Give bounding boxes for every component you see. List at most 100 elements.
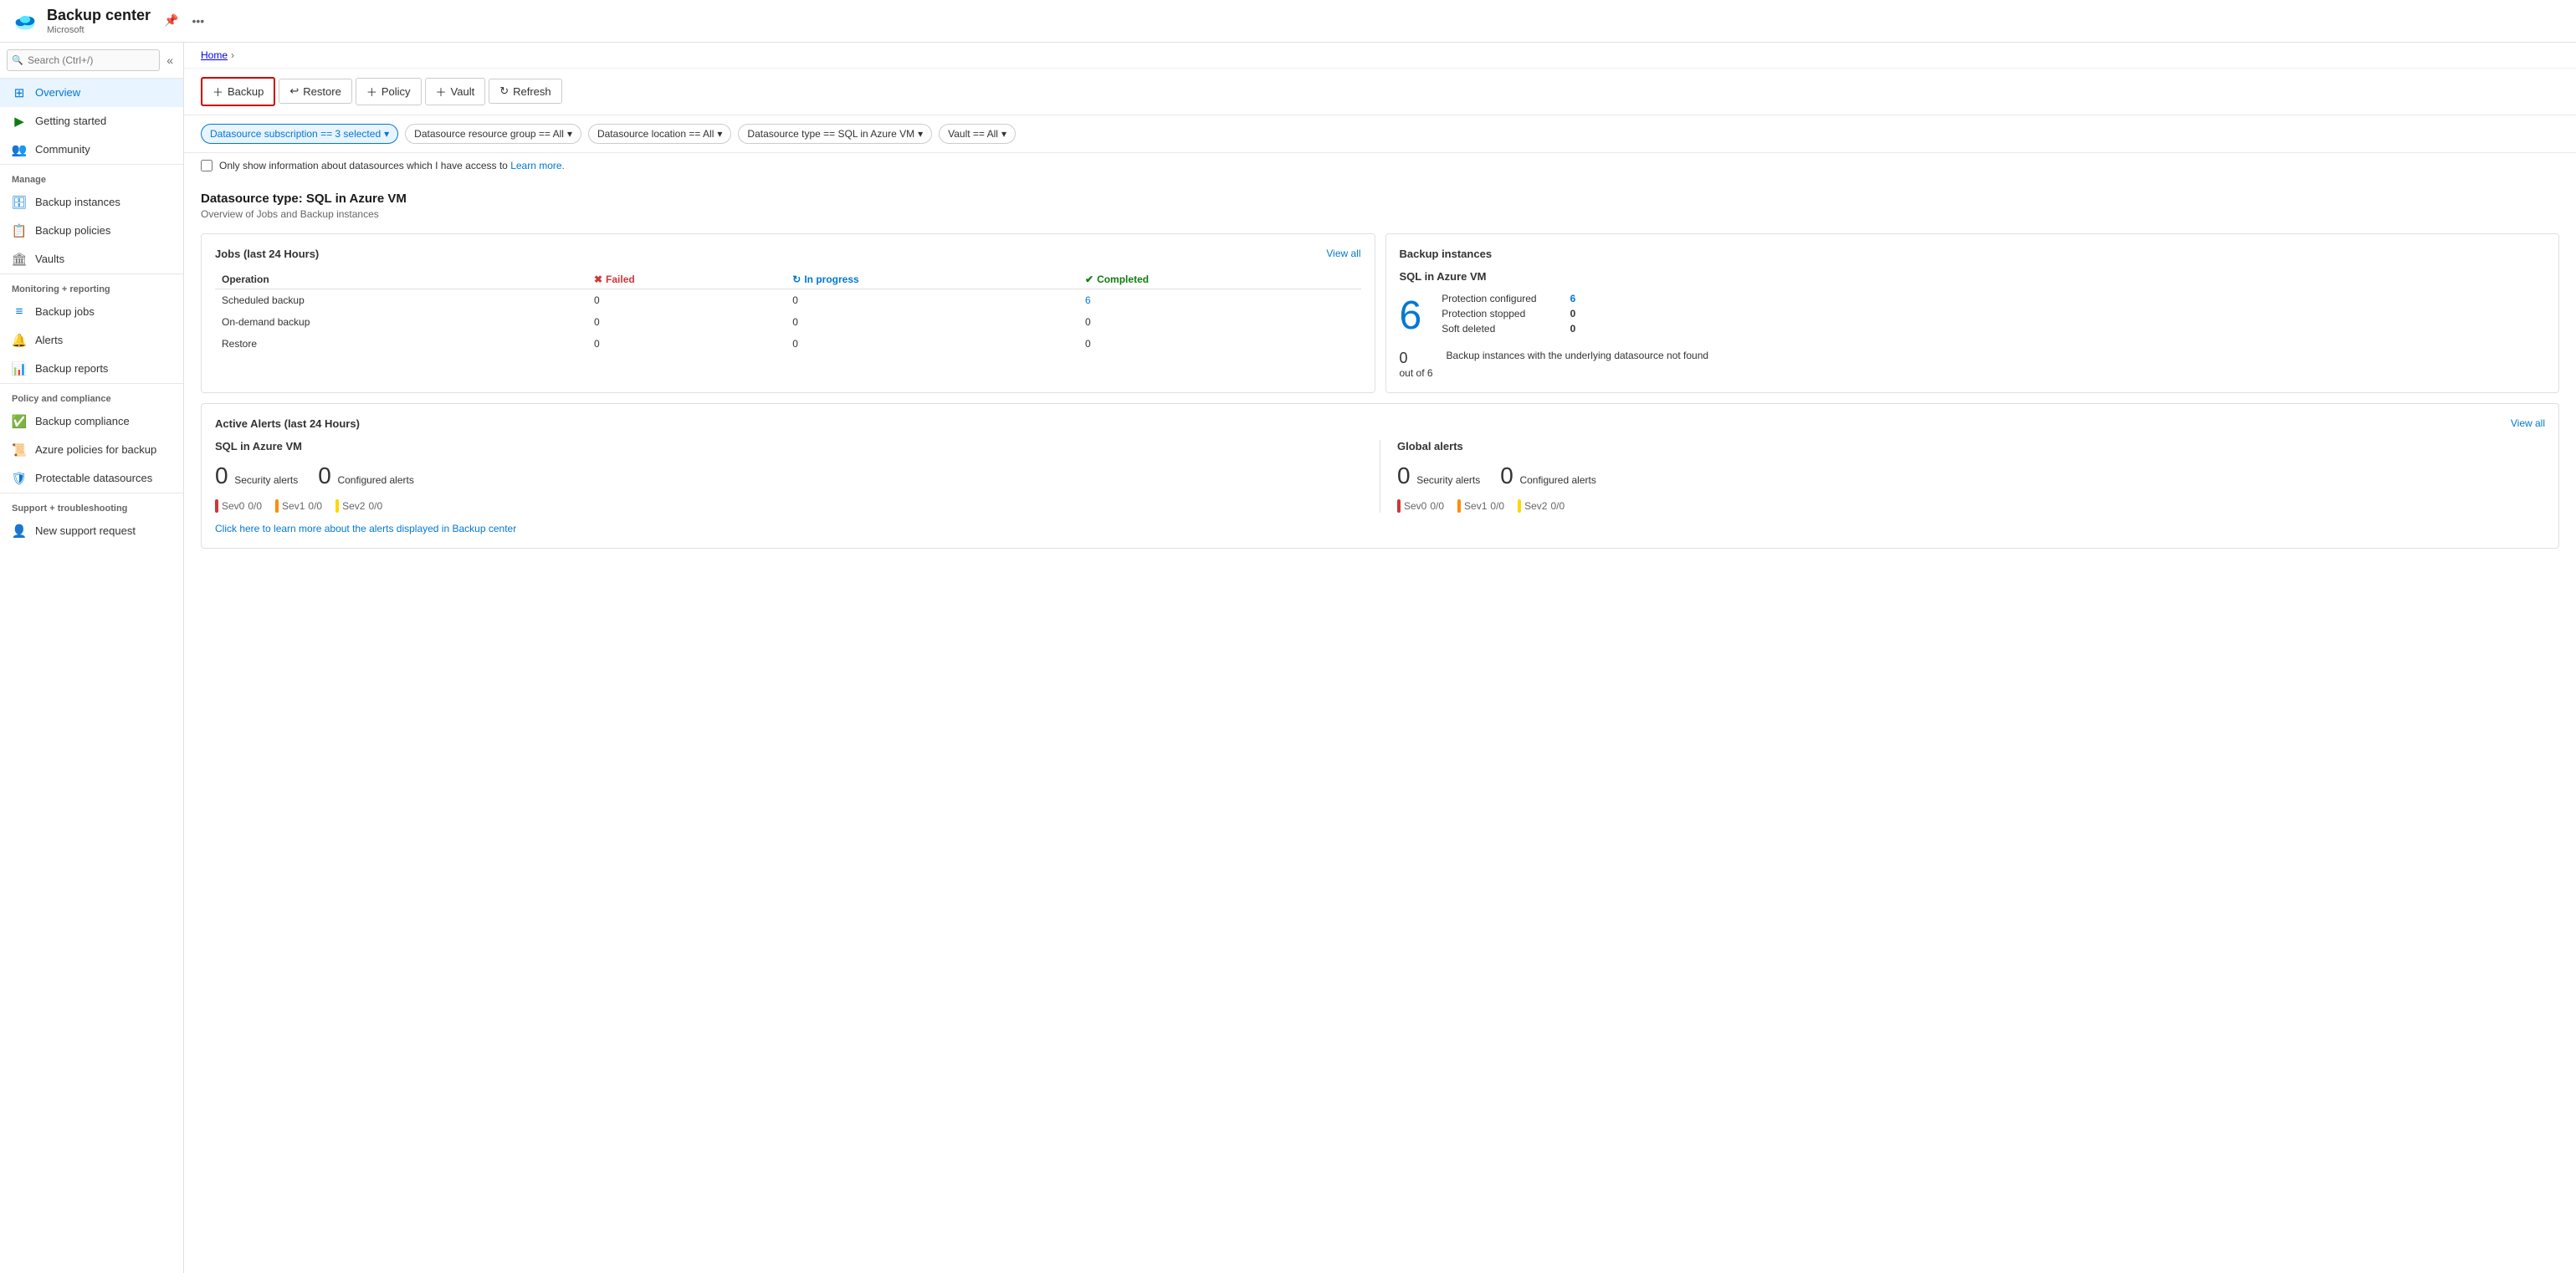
sidebar-item-backup-policies[interactable]: 📋 Backup policies bbox=[0, 217, 183, 245]
datasource-access-checkbox[interactable] bbox=[201, 160, 213, 171]
alerts-sql-counts: 0 Security alerts 0 Configured alerts bbox=[215, 463, 1363, 489]
policy-button[interactable]: ＋ Policy bbox=[356, 78, 422, 105]
sidebar-item-backup-instances[interactable]: 🗄 Backup instances bbox=[0, 188, 183, 217]
sidebar-item-label-backup-reports: Backup reports bbox=[35, 362, 108, 375]
policy-button-label: Policy bbox=[382, 85, 411, 98]
sev-item-sql-1: Sev1 0/0 bbox=[275, 499, 322, 513]
azure-policies-icon: 📜 bbox=[12, 442, 27, 458]
vault-button[interactable]: ＋ Vault bbox=[425, 78, 486, 105]
sidebar-item-label-backup-policies: Backup policies bbox=[35, 224, 110, 237]
alerts-view-all-link[interactable]: View all bbox=[2511, 417, 2545, 429]
search-input[interactable] bbox=[7, 49, 160, 71]
alerts-card-title: View all Active Alerts (last 24 Hours) bbox=[215, 417, 2545, 430]
vault-plus-icon: ＋ bbox=[436, 84, 447, 100]
protectable-icon: 🛡 bbox=[12, 471, 27, 486]
alert-security-label-sql: Security alerts bbox=[234, 474, 298, 486]
refresh-button[interactable]: ↻ Refresh bbox=[489, 79, 561, 104]
bi-stats: Protection configured 6 Protection stopp… bbox=[1442, 293, 1575, 335]
sidebar-nav: ⊞ Overview ▶ Getting started 👥 Community… bbox=[0, 79, 183, 1273]
filter-resource-group[interactable]: Datasource resource group == All ▾ bbox=[405, 124, 581, 144]
sev2-label-sql: Sev2 bbox=[342, 500, 365, 512]
bi-bottom-number: 0 bbox=[1400, 350, 1433, 367]
alerts-sql-sev-row: Sev0 0/0 Sev1 0/0 Sev2 bbox=[215, 499, 1363, 513]
app-title: Backup center bbox=[47, 7, 151, 25]
filter-subscription[interactable]: Datasource subscription == 3 selected ▾ bbox=[201, 124, 398, 144]
filter-datasource-type-label: Datasource type == SQL in Azure VM bbox=[747, 128, 914, 140]
jobs-col-failed: ✖ Failed bbox=[587, 270, 786, 289]
alert-configured-label-sql: Configured alerts bbox=[337, 474, 413, 486]
sidebar-item-backup-compliance[interactable]: ✅ Backup compliance bbox=[0, 407, 183, 436]
completed-icon: ✔ bbox=[1085, 274, 1093, 285]
app-logo-icon bbox=[13, 9, 37, 33]
sev0-bar-global bbox=[1397, 499, 1401, 513]
inprogress-icon: ↻ bbox=[792, 274, 801, 285]
sidebar-item-label-new-support: New support request bbox=[35, 524, 136, 537]
job-failed-3: 0 bbox=[587, 333, 786, 355]
job-failed-1: 0 bbox=[587, 289, 786, 311]
filter-vault[interactable]: Vault == All ▾ bbox=[939, 124, 1016, 144]
job-failed-2: 0 bbox=[587, 311, 786, 333]
filter-location[interactable]: Datasource location == All ▾ bbox=[588, 124, 731, 144]
backup-instances-card-title: Backup instances bbox=[1400, 248, 2546, 260]
backup-policies-icon: 📋 bbox=[12, 223, 27, 238]
jobs-table: Operation ✖ Failed bbox=[215, 270, 1361, 355]
sev2-bar-sql bbox=[335, 499, 339, 513]
filter-datasource-type[interactable]: Datasource type == SQL in Azure VM ▾ bbox=[738, 124, 932, 144]
bi-stat-value-1[interactable]: 6 bbox=[1570, 293, 1576, 304]
toolbar: ＋ Backup ↩ Restore ＋ Policy ＋ Vault ↻ Re… bbox=[184, 69, 2576, 115]
sidebar-collapse-button[interactable]: « bbox=[160, 50, 180, 70]
filter-subscription-chevron: ▾ bbox=[384, 128, 389, 140]
alert-configured-label-global: Configured alerts bbox=[1519, 474, 1595, 486]
breadcrumb-sep: › bbox=[231, 49, 234, 61]
sidebar-item-getting-started[interactable]: ▶ Getting started bbox=[0, 107, 183, 135]
sev-item-global-1: Sev1 0/0 bbox=[1457, 499, 1504, 513]
breadcrumb: Home › bbox=[184, 43, 2576, 69]
jobs-view-all-link[interactable]: View all bbox=[1326, 248, 1360, 259]
bi-big-number: 6 bbox=[1400, 296, 1422, 336]
filter-vault-label: Vault == All bbox=[948, 128, 998, 140]
bi-stat-row-1: Protection configured 6 bbox=[1442, 293, 1575, 304]
sev0-bar-sql bbox=[215, 499, 218, 513]
backup-button[interactable]: ＋ Backup bbox=[201, 77, 275, 106]
sidebar-item-alerts[interactable]: 🔔 Alerts bbox=[0, 326, 183, 355]
sidebar-item-label-protectable: Protectable datasources bbox=[35, 472, 152, 484]
jobs-card-title: View all Jobs (last 24 Hours) bbox=[215, 248, 1361, 260]
sidebar-item-backup-reports[interactable]: 📊 Backup reports bbox=[0, 355, 183, 383]
bi-stat-label-1: Protection configured bbox=[1442, 293, 1536, 304]
alert-security-num-global: 0 bbox=[1397, 463, 1411, 488]
jobs-col-inprogress: ↻ In progress bbox=[786, 270, 1078, 289]
sidebar-item-azure-policies[interactable]: 📜 Azure policies for backup bbox=[0, 436, 183, 464]
app-subtitle: Microsoft bbox=[47, 25, 151, 35]
page-subheading: Overview of Jobs and Backup instances bbox=[201, 208, 2559, 220]
alerts-icon: 🔔 bbox=[12, 333, 27, 348]
alert-configured-num-sql: 0 bbox=[318, 463, 331, 488]
sidebar-item-backup-jobs[interactable]: ≡ Backup jobs bbox=[0, 298, 183, 326]
more-options-icon[interactable]: ••• bbox=[192, 14, 205, 28]
sidebar-item-new-support[interactable]: 👤 New support request bbox=[0, 517, 183, 545]
main-layout: « ⊞ Overview ▶ Getting started 👥 Communi… bbox=[0, 43, 2576, 1273]
sidebar-item-label-vaults: Vaults bbox=[35, 253, 64, 265]
section-label-policy: Policy and compliance bbox=[0, 383, 183, 407]
sidebar-item-overview[interactable]: ⊞ Overview bbox=[0, 79, 183, 107]
sidebar-item-protectable[interactable]: 🛡 Protectable datasources bbox=[0, 464, 183, 493]
learn-more-link[interactable]: Learn more. bbox=[510, 160, 565, 171]
sev0-value-sql: 0/0 bbox=[248, 500, 262, 512]
alerts-global-section: Global alerts 0 Security alerts 0 Config… bbox=[1397, 440, 2545, 513]
jobs-col-operation: Operation bbox=[215, 270, 587, 289]
alerts-sql-section: SQL in Azure VM 0 Security alerts 0 Conf… bbox=[215, 440, 1363, 513]
sev1-bar-global bbox=[1457, 499, 1461, 513]
bi-bottom-desc: Backup instances with the underlying dat… bbox=[1447, 350, 1709, 361]
sev1-value-global: 0/0 bbox=[1490, 500, 1504, 512]
pin-icon[interactable]: 📌 bbox=[164, 13, 178, 28]
sidebar-item-vaults[interactable]: 🏛 Vaults bbox=[0, 245, 183, 274]
breadcrumb-home-link[interactable]: Home bbox=[201, 49, 228, 61]
bi-section-title: SQL in Azure VM bbox=[1400, 270, 2546, 283]
alerts-footer-link[interactable]: Click here to learn more about the alert… bbox=[215, 523, 2545, 534]
bi-stat-value-3: 0 bbox=[1570, 323, 1576, 335]
sidebar-item-community[interactable]: 👥 Community bbox=[0, 135, 183, 164]
job-completed-link-1[interactable]: 6 bbox=[1085, 294, 1091, 306]
section-label-support: Support + troubleshooting bbox=[0, 493, 183, 517]
sidebar-item-label-azure-policies: Azure policies for backup bbox=[35, 443, 156, 456]
backup-button-label: Backup bbox=[228, 85, 264, 98]
restore-button[interactable]: ↩ Restore bbox=[279, 79, 351, 104]
